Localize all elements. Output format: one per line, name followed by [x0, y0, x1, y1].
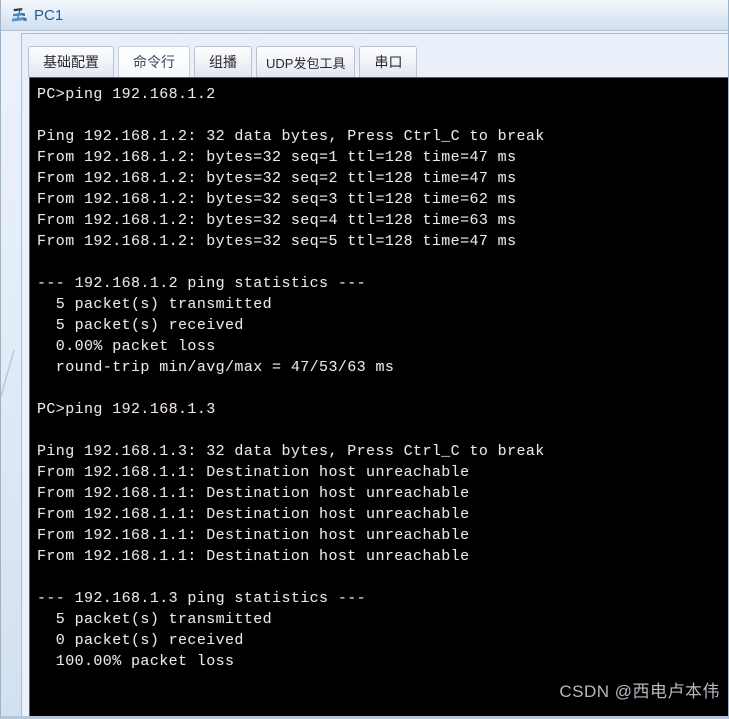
tab-command-line[interactable]: 命令行 [118, 46, 190, 77]
console-output-text: PC>ping 192.168.1.2 Ping 192.168.1.2: 32… [37, 86, 545, 670]
client-panel: 基础配置 命令行 组播 UDP发包工具 串口 PC>ping 192.168.1… [21, 33, 728, 716]
window-title-bar: PC1 [1, 0, 728, 31]
pc-device-icon [12, 7, 27, 22]
edge-artifact-decoration [1, 350, 23, 430]
window-title-label: PC1 [34, 6, 64, 24]
tab-serial-port[interactable]: 串口 [359, 46, 418, 77]
tab-strip: 基础配置 命令行 组播 UDP发包工具 串口 [22, 43, 728, 77]
tab-basic-config[interactable]: 基础配置 [28, 46, 114, 77]
tab-multicast[interactable]: 组播 [194, 46, 252, 77]
command-line-console[interactable]: PC>ping 192.168.1.2 Ping 192.168.1.2: 32… [29, 77, 728, 716]
pc1-window: PC1 基础配置 命令行 组播 UDP发包工具 串口 PC>ping 192.1… [0, 0, 729, 719]
tab-udp-packet-tool[interactable]: UDP发包工具 [256, 46, 356, 77]
